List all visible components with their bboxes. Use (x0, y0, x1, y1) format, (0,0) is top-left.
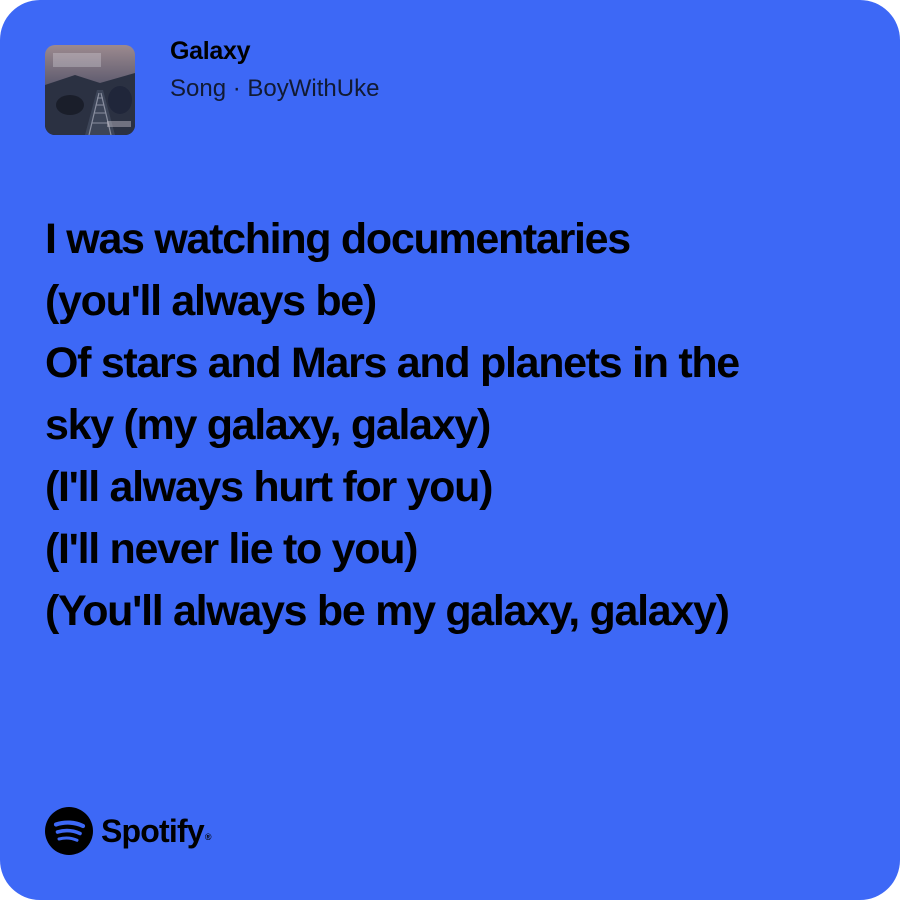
lyric-line: (I'll never lie to you) (45, 525, 418, 573)
lyrics-share-card: Galaxy Song · BoyWithUke I was watching … (0, 0, 900, 900)
lyric-line: (I'll always hurt for you) (45, 463, 493, 511)
spotify-wordmark-text: Spotify (101, 813, 205, 849)
spotify-wordmark: Spotify® (101, 808, 211, 854)
lyric-line: (you'll always be) (45, 277, 377, 325)
spotify-logo-icon (45, 807, 93, 855)
lyric-line: (You'll always be my galaxy, galaxy) (45, 587, 730, 635)
trademark-symbol: ® (204, 832, 212, 842)
lyric-line: Of stars and Mars and planets in the (45, 339, 740, 387)
spotify-brand: Spotify® (45, 807, 211, 855)
song-subtitle: Song · BoyWithUke (170, 75, 380, 102)
lyrics-block: I was watching documentaries (you'll alw… (45, 208, 875, 642)
track-meta: Galaxy Song · BoyWithUke (170, 36, 379, 104)
track-header: Galaxy Song · BoyWithUke (45, 37, 379, 135)
album-cover-image (45, 45, 135, 135)
album-cover (45, 45, 135, 135)
song-title: Galaxy (170, 37, 251, 65)
lyric-line: sky (my galaxy, galaxy) (45, 401, 491, 449)
lyric-line: I was watching documentaries (45, 215, 631, 263)
